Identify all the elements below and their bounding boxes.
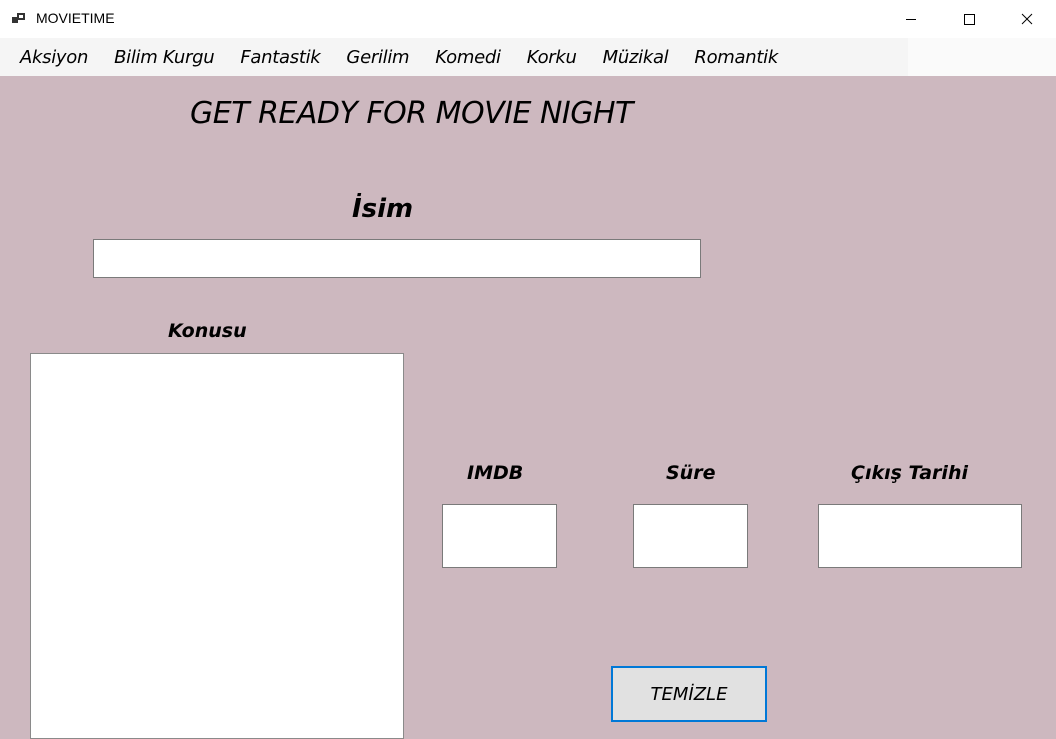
minimize-icon bbox=[905, 13, 917, 25]
menu-item-romantik[interactable]: Romantik bbox=[681, 47, 791, 68]
release-date-label: Çıkış Tarihi bbox=[851, 462, 968, 484]
duration-input[interactable] bbox=[633, 504, 748, 568]
plot-textarea[interactable] bbox=[30, 353, 404, 739]
close-button[interactable] bbox=[998, 0, 1056, 38]
duration-label: Süre bbox=[666, 462, 716, 484]
menu-bar: Aksiyon Bilim Kurgu Fantastik Gerilim Ko… bbox=[0, 38, 908, 76]
minimize-button[interactable] bbox=[882, 0, 940, 38]
clear-button[interactable]: TEMİZLE bbox=[611, 666, 767, 722]
name-label: İsim bbox=[352, 194, 414, 224]
maximize-button[interactable] bbox=[940, 0, 998, 38]
window-title: MOVIETIME bbox=[36, 10, 115, 26]
menu-item-bilim-kurgu[interactable]: Bilim Kurgu bbox=[101, 47, 227, 68]
title-bar: MOVIETIME bbox=[0, 0, 1056, 39]
name-input[interactable] bbox=[93, 239, 701, 278]
page-title: GET READY FOR MOVIE NIGHT bbox=[190, 96, 633, 131]
menu-item-muzikal[interactable]: Müzikal bbox=[590, 47, 682, 68]
menu-item-aksiyon[interactable]: Aksiyon bbox=[0, 47, 101, 68]
plot-label: Konusu bbox=[168, 320, 247, 342]
menu-item-fantastik[interactable]: Fantastik bbox=[227, 47, 333, 68]
release-date-input[interactable] bbox=[818, 504, 1022, 568]
app-window-icon[interactable] bbox=[12, 11, 28, 27]
menu-item-korku[interactable]: Korku bbox=[514, 47, 590, 68]
menu-bar-filler bbox=[908, 38, 1056, 76]
imdb-input[interactable] bbox=[442, 504, 557, 568]
close-icon bbox=[1021, 13, 1033, 25]
imdb-label: IMDB bbox=[467, 462, 524, 484]
menu-item-komedi[interactable]: Komedi bbox=[422, 47, 513, 68]
menu-item-gerilim[interactable]: Gerilim bbox=[333, 47, 422, 68]
maximize-icon bbox=[963, 13, 975, 25]
